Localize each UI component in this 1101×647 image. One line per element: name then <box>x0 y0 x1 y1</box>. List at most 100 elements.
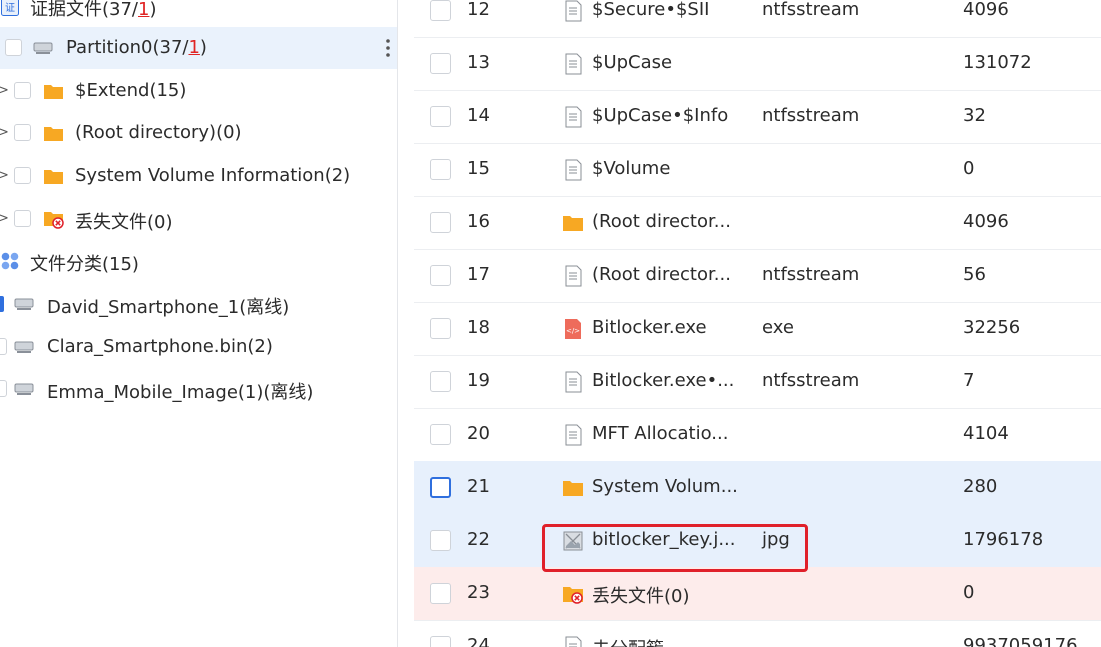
file-size: 280 <box>963 476 998 497</box>
tree-item-root-directory[interactable]: > (Root directory)(0) <box>0 112 397 154</box>
chevron-right-icon[interactable]: > <box>0 169 9 183</box>
row-checkbox[interactable] <box>430 371 451 392</box>
file-row[interactable]: 13 $UpCase 131072 <box>414 37 1101 91</box>
row-number: 14 <box>467 105 490 126</box>
file-row[interactable]: 20 MFT Allocatio... 4104 <box>414 408 1101 462</box>
tree-checkbox[interactable] <box>0 338 7 355</box>
tree-item-partition0[interactable]: Partition0(37/1) <box>0 27 397 69</box>
folder-icon <box>562 212 584 234</box>
tree-item-label: 丢失文件(0) <box>75 212 173 233</box>
category-icon <box>1 252 19 270</box>
file-name: 未分配簇 <box>592 635 742 647</box>
tree-item-extend[interactable]: > $Extend(15) <box>0 70 397 112</box>
file-type: ntfsstream <box>762 264 860 285</box>
tree-checkbox[interactable] <box>14 210 31 227</box>
file-name: MFT Allocatio... <box>592 423 729 444</box>
row-number: 12 <box>467 0 490 20</box>
row-checkbox[interactable] <box>430 0 451 21</box>
row-checkbox[interactable] <box>430 424 451 445</box>
svg-text:证: 证 <box>5 2 15 14</box>
row-checkbox[interactable] <box>430 318 451 339</box>
row-checkbox[interactable] <box>430 159 451 180</box>
chevron-right-icon[interactable]: > <box>0 84 9 98</box>
drive-icon <box>33 42 53 54</box>
file-icon <box>562 424 584 446</box>
row-number: 19 <box>467 370 490 391</box>
tree-item-label: (Root directory)(0) <box>75 122 242 143</box>
device-icon <box>14 383 34 395</box>
row-number: 17 <box>467 264 490 285</box>
folder-icon <box>44 127 63 141</box>
file-type: ntfsstream <box>762 105 860 126</box>
row-checkbox[interactable] <box>430 265 451 286</box>
tree-checkbox[interactable] <box>14 82 31 99</box>
file-row[interactable]: 17 (Root director... ntfsstream 56 <box>414 249 1101 303</box>
file-size: 1796178 <box>963 529 1044 550</box>
tree-checkbox[interactable] <box>0 380 7 397</box>
file-size: 131072 <box>963 52 1032 73</box>
tree-item-device-emma[interactable]: Emma_Mobile_Image(1)(离线) <box>0 368 397 410</box>
device-icon <box>14 341 34 353</box>
file-type: exe <box>762 317 794 338</box>
row-checkbox[interactable] <box>430 477 451 498</box>
file-name: Bitlocker.exe <box>592 317 707 338</box>
file-icon <box>562 0 584 22</box>
tree-item-device-clara[interactable]: Clara_Smartphone.bin(2) <box>0 326 397 368</box>
file-type: jpg <box>762 529 790 550</box>
chevron-right-icon[interactable]: > <box>0 212 9 226</box>
file-icon <box>562 159 584 181</box>
file-icon <box>562 106 584 128</box>
more-options-icon[interactable] <box>385 37 391 59</box>
file-name: $Secure•$SII <box>592 0 710 20</box>
file-name: 丢失文件(0) <box>592 586 690 607</box>
file-row[interactable]: 18 </> Bitlocker.exe exe 32256 <box>414 302 1101 356</box>
svg-text:</>: </> <box>566 327 580 335</box>
file-size: 0 <box>963 582 975 603</box>
tree-item-lost-files[interactable]: > 丢失文件(0) <box>0 198 397 240</box>
row-checkbox[interactable] <box>430 636 451 647</box>
row-checkbox[interactable] <box>430 53 451 74</box>
file-name: bitlocker_key.j... <box>592 529 736 550</box>
file-row[interactable]: 19 Bitlocker.exe•... ntfsstream 7 <box>414 355 1101 409</box>
broken-image-icon <box>562 530 584 552</box>
tree-checkbox[interactable] <box>14 124 31 141</box>
row-checkbox[interactable] <box>430 583 451 604</box>
tree-checkbox[interactable] <box>14 167 31 184</box>
tree-item-evidence-files[interactable]: 证 证据文件(37/1) <box>0 0 397 27</box>
file-list-panel: 12 $Secure•$SII ntfsstream 4096 13 $UpCase 131… <box>414 0 1101 647</box>
chevron-right-icon[interactable]: > <box>0 126 9 140</box>
tree-checkbox[interactable] <box>5 39 22 56</box>
row-checkbox[interactable] <box>430 106 451 127</box>
tree-item-file-category[interactable]: 文件分类(15) <box>0 240 397 282</box>
row-checkbox[interactable] <box>430 530 451 551</box>
file-row[interactable]: 23 丢失文件(0) 0 <box>414 567 1101 621</box>
file-name: (Root director... <box>592 264 731 285</box>
file-row[interactable]: 16 (Root director... 4096 <box>414 196 1101 250</box>
file-size: 0 <box>963 158 975 179</box>
file-row[interactable]: 15 $Volume 0 <box>414 143 1101 197</box>
file-row[interactable]: 21 System Volum... 280 <box>414 461 1101 515</box>
file-name: $UpCase <box>592 52 673 73</box>
file-row[interactable]: 24 未分配簇 9937059176 <box>414 620 1101 647</box>
tree-item-label: 证据文件(37/1) <box>30 0 157 20</box>
tree-item-system-volume-information[interactable]: > System Volume Information(2) <box>0 155 397 197</box>
file-name: (Root director... <box>592 211 731 232</box>
file-icon <box>562 636 584 647</box>
file-size: 32256 <box>963 317 1021 338</box>
file-row[interactable]: 22 bitlocker_key.j... jpg 1796178 <box>414 514 1101 568</box>
file-type: ntfsstream <box>762 370 860 391</box>
tree-item-device-david[interactable]: David_Smartphone_1(离线) <box>0 283 397 325</box>
row-checkbox[interactable] <box>430 212 451 233</box>
row-number: 22 <box>467 529 490 550</box>
tree-item-label: Partition0(37/1) <box>66 37 207 58</box>
tree-item-label: $Extend(15) <box>75 80 187 101</box>
file-row[interactable]: 12 $Secure•$SII ntfsstream 4096 <box>414 0 1101 38</box>
row-number: 21 <box>467 476 490 497</box>
file-size: 7 <box>963 370 975 391</box>
folder-icon <box>44 85 63 99</box>
folder-icon <box>562 477 584 499</box>
file-row[interactable]: 14 $UpCase•$Info ntfsstream 32 <box>414 90 1101 144</box>
file-name: Bitlocker.exe•... <box>592 370 735 391</box>
tree-item-label: 文件分类(15) <box>30 254 139 275</box>
tree-item-label: Emma_Mobile_Image(1)(离线) <box>47 382 314 403</box>
